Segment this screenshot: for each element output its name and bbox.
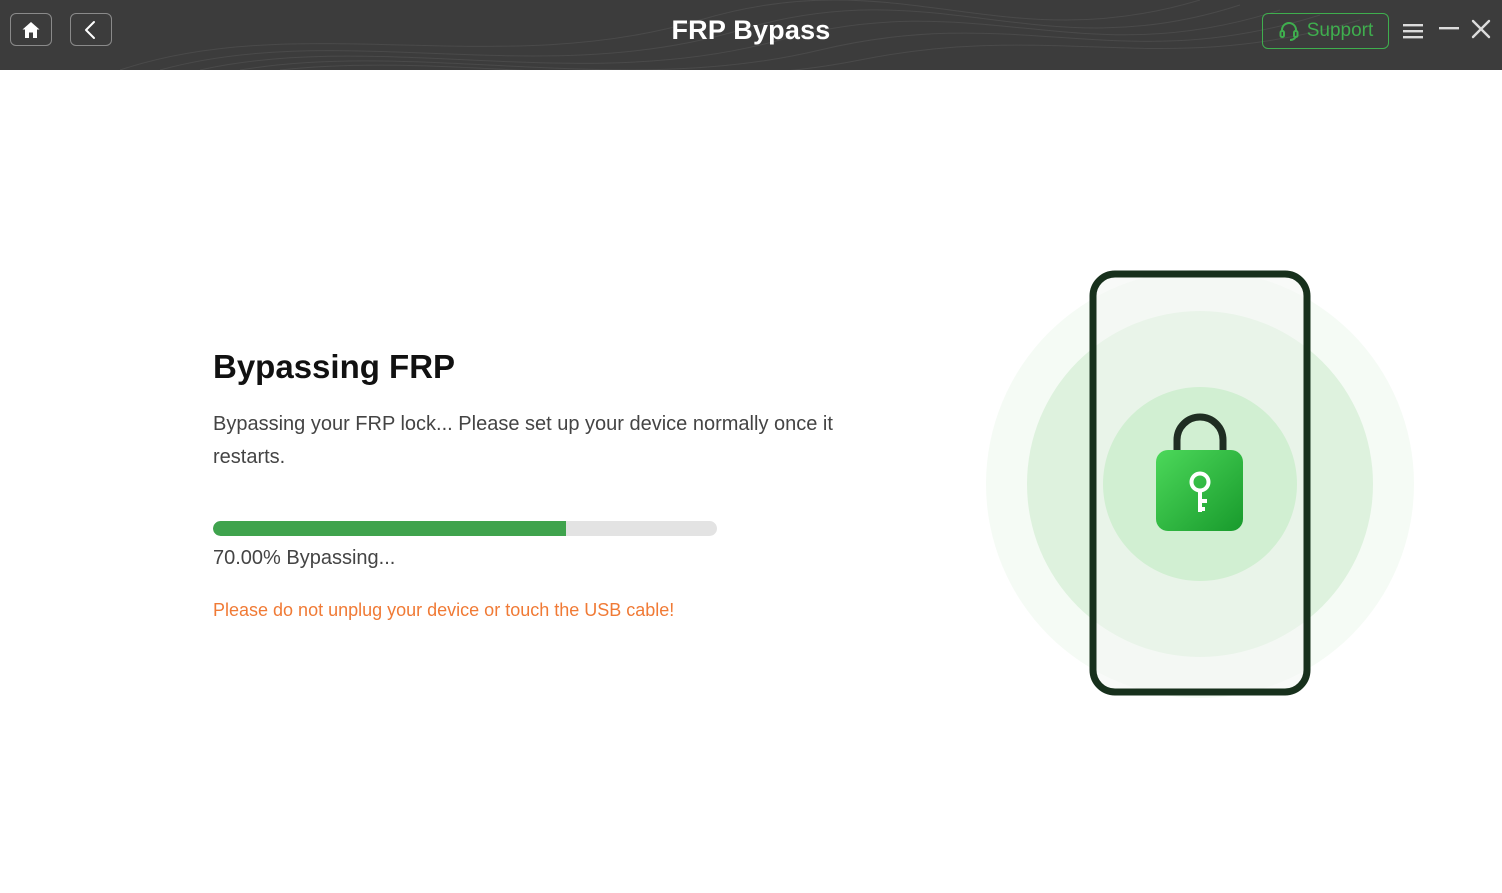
headset-icon — [1279, 22, 1299, 41]
minimize-icon[interactable] — [1438, 18, 1460, 40]
support-button[interactable]: Support — [1262, 13, 1389, 49]
support-label: Support — [1306, 20, 1374, 41]
status-description: Bypassing your FRP lock... Please set up… — [213, 413, 833, 468]
close-icon[interactable] — [1470, 18, 1492, 40]
phone-lock-key-icon — [986, 270, 1414, 698]
warning-message: Please do not unplug your device or touc… — [213, 600, 675, 620]
page-heading: Bypassing FRP — [213, 348, 456, 385]
title-bar: FRP Bypass Support — [0, 0, 1502, 70]
hamburger-menu-icon[interactable] — [1402, 22, 1424, 40]
progress-bar-fill — [213, 521, 566, 536]
progress-bar — [213, 521, 717, 536]
progress-label: 70.00% Bypassing... — [213, 547, 396, 569]
